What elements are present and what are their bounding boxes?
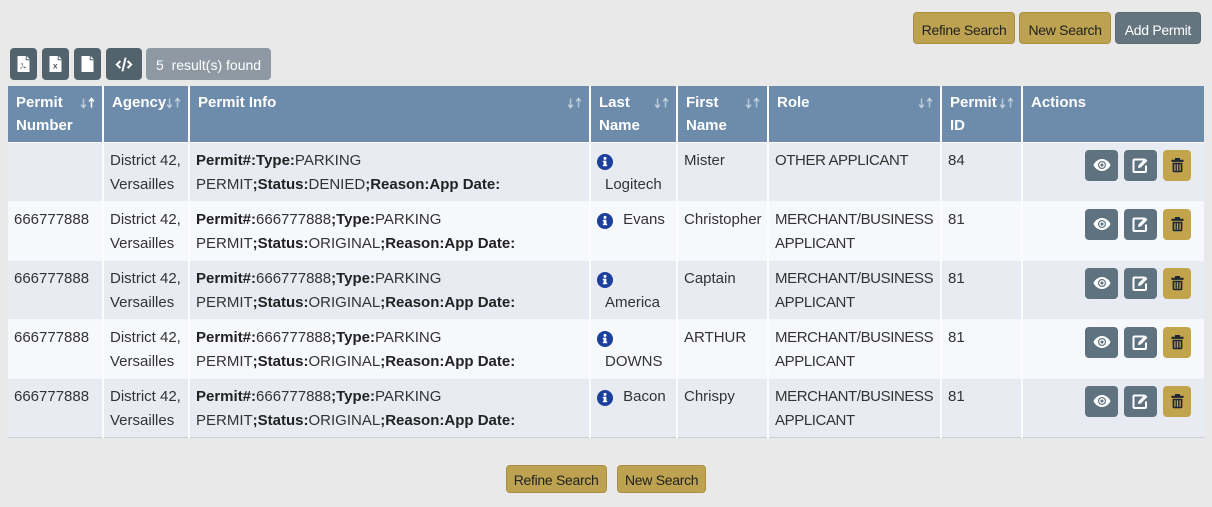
svg-text:x: x xyxy=(53,61,58,71)
